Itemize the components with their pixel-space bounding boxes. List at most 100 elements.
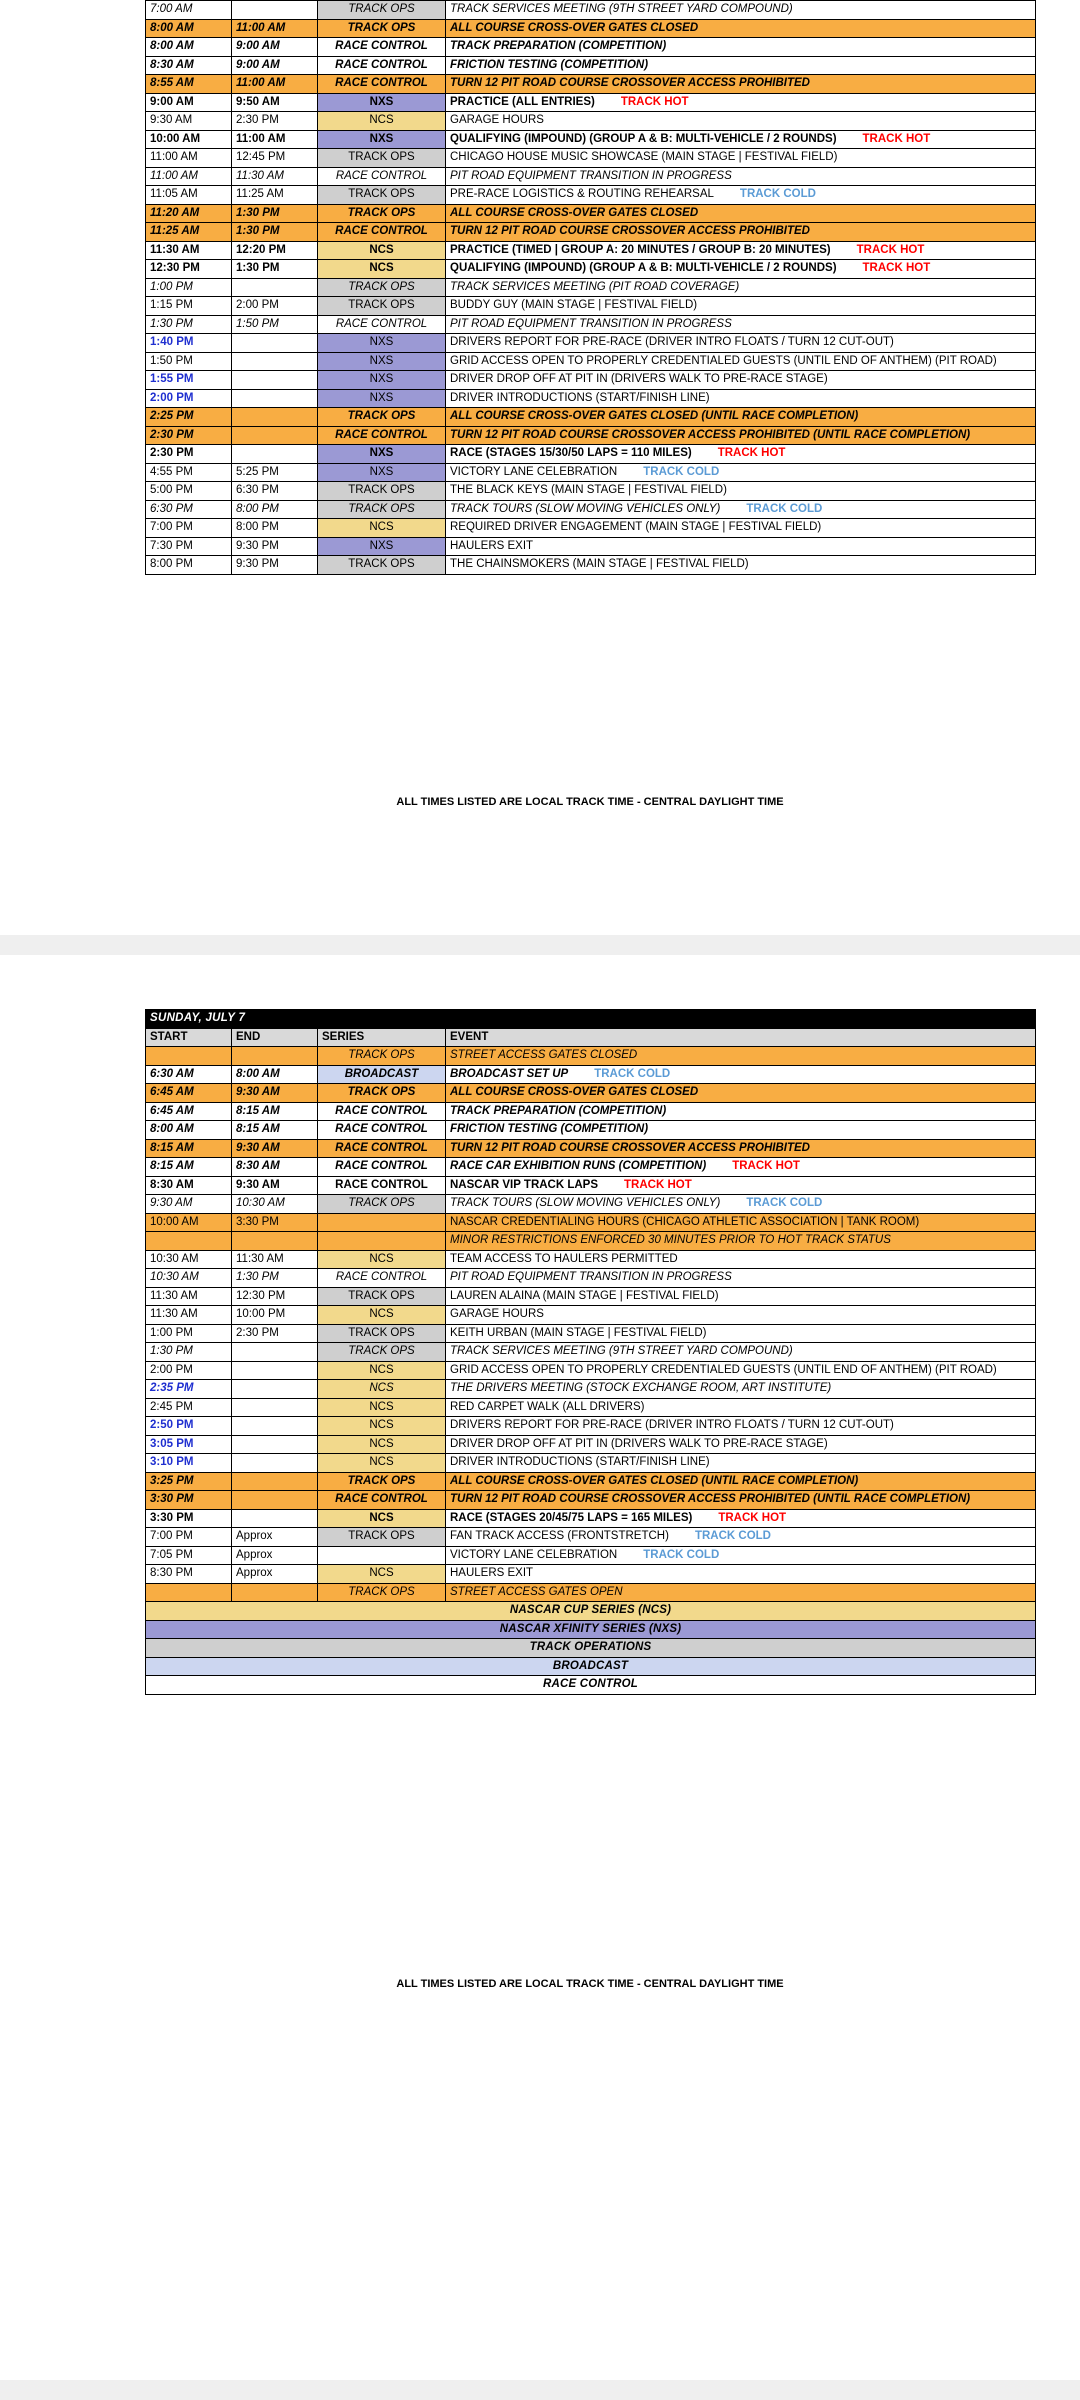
row-end-time bbox=[231, 1508, 318, 1528]
row-event-text: GRID ACCESS OPEN TO PROPERLY CREDENTIALE… bbox=[450, 354, 997, 367]
row-event: RACE CAR EXHIBITION RUNS (COMPETITION) TR… bbox=[444, 1157, 1037, 1177]
row-start-time: 7:05 PM bbox=[145, 1545, 232, 1565]
track-status-badge: TRACK HOT bbox=[862, 262, 931, 274]
row-end-time bbox=[231, 1046, 318, 1066]
track-status-badge: TRACK HOT bbox=[862, 132, 931, 145]
table-row: 9:30 AM 10:30 AM TRACK OPS TRACK TOURS (SLO… bbox=[145, 1194, 1037, 1214]
row-event: BROADCAST SET UP TRACK COLD bbox=[444, 1064, 1037, 1084]
table-row: 7:00 PM Approx TRACK OPS FAN TRACK ACCESS (… bbox=[145, 1527, 1037, 1547]
row-start-time: 8:30 PM bbox=[145, 1564, 232, 1584]
row-start-time bbox=[145, 1582, 232, 1602]
row-start-time: 11:30 AM bbox=[145, 240, 232, 260]
row-event-text: PIT ROAD EQUIPMENT TRANSITION IN PROGRES… bbox=[450, 1271, 732, 1283]
table-row: 6:45 AM 9:30 AM TRACK OPS ALL COURSE CROSS-… bbox=[145, 1083, 1037, 1103]
row-end-time: 1:30 PM bbox=[231, 259, 318, 279]
row-series: RACE CONTROL bbox=[317, 425, 446, 445]
row-series: NXS bbox=[317, 92, 446, 112]
row-start-time: 10:00 AM bbox=[145, 129, 232, 149]
table-row: 10:00 AM 3:30 PM NASCAR CREDENTIALING HOUR… bbox=[145, 1212, 1037, 1232]
row-end-time: Approx bbox=[231, 1545, 318, 1565]
row-series: NXS bbox=[317, 333, 446, 353]
saturday-table-body: 7:00 AM TRACK OPS TRACK SERVICES MEETING (… bbox=[145, 0, 1036, 575]
row-start-time: 11:05 AM bbox=[145, 185, 232, 205]
row-event-text: TURN 12 PIT ROAD COURSE CROSSOVER ACCESS… bbox=[450, 77, 810, 89]
row-series: RACE CONTROL bbox=[317, 222, 446, 242]
row-series: TRACK OPS bbox=[317, 1194, 446, 1214]
row-event-text: VICTORY LANE CELEBRATION bbox=[450, 465, 618, 478]
table-row: 1:40 PM NXS DRIVERS REPORT FOR PRE-RACE (D… bbox=[145, 333, 1036, 353]
row-event-text: DRIVER INTRODUCTIONS (START/FINISH LINE) bbox=[450, 1456, 710, 1468]
row-end-time: 2:00 PM bbox=[231, 296, 318, 316]
row-start-time: 7:00 PM bbox=[145, 518, 232, 538]
table-row: 10:30 AM 11:30 AM NCS TEAM ACCESS TO HAULER… bbox=[145, 1249, 1037, 1269]
row-event: TRACK TOURS (SLOW MOVING VEHICLES ONLY) T… bbox=[445, 499, 1036, 519]
row-start-time: 6:45 AM bbox=[145, 1083, 232, 1103]
legend-label: TRACK OPERATIONS bbox=[144, 1638, 1037, 1658]
row-event: TRACK SERVICES MEETING (PIT ROAD COVERAG… bbox=[445, 277, 1036, 297]
row-event: RACE (STAGES 20/45/75 LAPS = 165 MILES) T… bbox=[444, 1508, 1037, 1528]
row-end-time bbox=[231, 1471, 318, 1491]
row-series: RACE CONTROL bbox=[317, 1268, 446, 1288]
row-event: ALL COURSE CROSS-OVER GATES CLOSED (UNTI… bbox=[445, 407, 1036, 427]
row-end-time: 9:00 AM bbox=[231, 37, 318, 57]
row-end-time: 9:30 AM bbox=[231, 1138, 318, 1158]
row-start-time: 8:00 AM bbox=[145, 1120, 232, 1140]
table-row: 12:30 PM 1:30 PM NCS QUALIFYING (IMPOUND) (… bbox=[145, 259, 1036, 279]
row-series: TRACK OPS bbox=[317, 296, 446, 316]
row-event-text: TRACK SERVICES MEETING (9TH STREET YARD … bbox=[450, 3, 793, 15]
row-end-time bbox=[231, 1231, 318, 1251]
row-event-text: PIT ROAD EQUIPMENT TRANSITION IN PROGRES… bbox=[450, 317, 732, 330]
row-start-time: 7:00 PM bbox=[145, 1527, 232, 1547]
row-event-text: PIT ROAD EQUIPMENT TRANSITION IN PROGRES… bbox=[450, 169, 732, 182]
row-end-time: 2:30 PM bbox=[231, 111, 318, 131]
track-status-badge: TRACK COLD bbox=[746, 1197, 823, 1209]
row-event-text: FRICTION TESTING (COMPETITION) bbox=[450, 58, 649, 71]
row-event-text: GARAGE HOURS bbox=[450, 1308, 544, 1320]
row-end-time: 10:30 AM bbox=[231, 1194, 318, 1214]
row-event: TURN 12 PIT ROAD COURSE CROSSOVER ACCESS… bbox=[444, 1490, 1037, 1510]
row-end-time: 12:30 PM bbox=[231, 1286, 318, 1306]
table-row: 5:00 PM 6:30 PM TRACK OPS THE BLACK KEYS (M… bbox=[145, 481, 1036, 501]
row-start-time: 11:00 AM bbox=[145, 166, 232, 186]
legend-label: NASCAR XFINITY SERIES (NXS) bbox=[144, 1619, 1037, 1639]
row-end-time: 11:25 AM bbox=[231, 185, 318, 205]
row-series: TRACK OPS bbox=[317, 1342, 446, 1362]
table-row: 1:50 PM NXS GRID ACCESS OPEN TO PROPERLY C… bbox=[145, 351, 1036, 371]
row-event: TRACK PREPARATION (COMPETITION) bbox=[444, 1101, 1037, 1121]
row-end-time bbox=[231, 370, 318, 390]
row-series: RACE CONTROL bbox=[317, 314, 446, 334]
table-row: 3:10 PM NCS DRIVER INTRODUCTIONS (START/FI… bbox=[145, 1453, 1037, 1473]
row-event: DRIVER INTRODUCTIONS (START/FINISH LINE) bbox=[444, 1453, 1037, 1473]
row-series: NCS bbox=[317, 240, 446, 260]
track-status-badge: TRACK HOT bbox=[624, 1178, 692, 1191]
row-event: DRIVERS REPORT FOR PRE-RACE (DRIVER INTR… bbox=[445, 333, 1036, 353]
row-event-text: DRIVERS REPORT FOR PRE-RACE (DRIVER INTR… bbox=[450, 1419, 894, 1431]
row-series: RACE CONTROL bbox=[317, 1490, 446, 1510]
row-event-text: RACE CAR EXHIBITION RUNS (COMPETITION) bbox=[450, 1160, 707, 1172]
row-end-time: 6:30 PM bbox=[231, 481, 318, 501]
row-start-time: 2:25 PM bbox=[145, 407, 232, 427]
row-end-time bbox=[231, 1582, 318, 1602]
row-end-time: 9:30 AM bbox=[231, 1083, 318, 1103]
table-row: MINOR RESTRICTIONS ENFORCED 30 MINUTES P… bbox=[145, 1231, 1037, 1251]
row-event: PIT ROAD EQUIPMENT TRANSITION IN PROGRES… bbox=[445, 314, 1036, 334]
row-start-time: 11:25 AM bbox=[145, 222, 232, 242]
track-status-badge: TRACK HOT bbox=[717, 447, 786, 459]
row-start-time: 11:30 AM bbox=[145, 1305, 232, 1325]
row-event-text: TURN 12 PIT ROAD COURSE CROSSOVER ACCESS… bbox=[450, 1493, 971, 1505]
row-event-text: NASCAR CREDENTIALING HOURS (CHICAGO ATHL… bbox=[450, 1215, 920, 1228]
row-series: RACE CONTROL bbox=[317, 1175, 446, 1195]
row-event-text: DRIVER DROP OFF AT PIT IN (DRIVERS WALK … bbox=[450, 1437, 828, 1450]
row-event-text: TURN 12 PIT ROAD COURSE CROSSOVER ACCESS… bbox=[450, 225, 810, 237]
row-event: THE DRIVERS MEETING (STOCK EXCHANGE ROOM… bbox=[444, 1379, 1037, 1399]
track-status-badge: TRACK COLD bbox=[746, 502, 823, 515]
track-status-badge: TRACK COLD bbox=[643, 465, 720, 478]
row-event: LAUREN ALAINA (MAIN STAGE | FESTIVAL FIE… bbox=[444, 1286, 1037, 1306]
row-series: RACE CONTROL bbox=[317, 166, 446, 186]
row-series: TRACK OPS bbox=[317, 1582, 446, 1602]
row-event-text: ALL COURSE CROSS-OVER GATES CLOSED bbox=[450, 1086, 699, 1098]
row-end-time: 11:00 AM bbox=[231, 18, 318, 38]
table-row: 8:00 AM 11:00 AM TRACK OPS ALL COURSE CROSS… bbox=[145, 18, 1036, 38]
row-series: TRACK OPS bbox=[317, 499, 446, 519]
table-row: 2:00 PM NCS GRID ACCESS OPEN TO PROPERLY C… bbox=[145, 1360, 1037, 1380]
